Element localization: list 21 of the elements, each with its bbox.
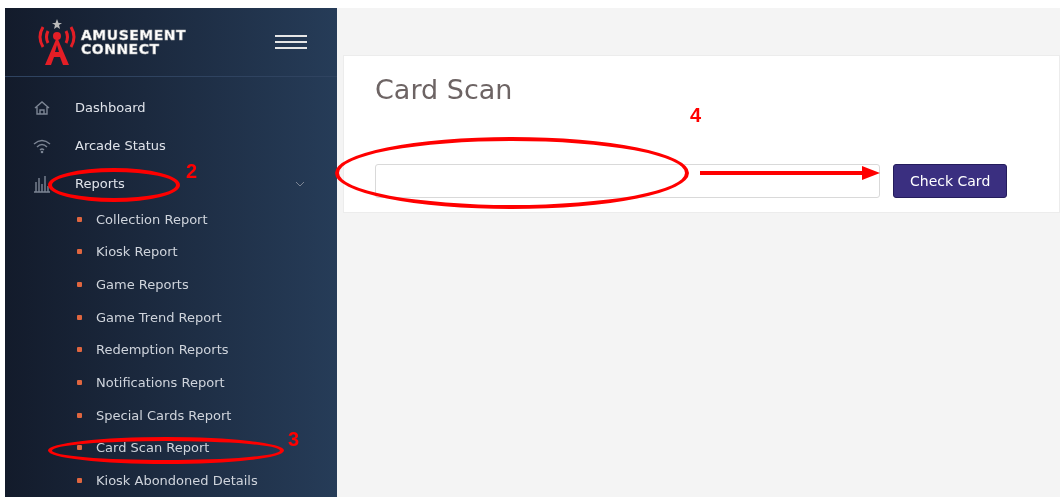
logo-text: CONNECT	[81, 41, 161, 56]
chart-icon	[33, 174, 51, 193]
card-number-field[interactable]	[375, 164, 880, 198]
check-card-button[interactable]: Check Card	[893, 164, 1008, 198]
chevron-icon[interactable]	[295, 180, 305, 187]
submenu-item[interactable]: Game Trend Report	[5, 300, 337, 334]
annotation-number: 4	[690, 104, 702, 127]
submenu-item[interactable]: Redemption Reports	[5, 333, 337, 367]
submenu-item[interactable]: Kiosk Abondoned Details	[5, 464, 337, 497]
page-title: Card Scan	[375, 74, 513, 107]
submenu-item[interactable]: Game Reports	[5, 268, 337, 301]
submenu-item[interactable]: Kiosk Report	[5, 235, 337, 269]
sidebar-item[interactable]: Reports	[75, 176, 125, 192]
sidebar-item[interactable]: Arcade Status	[75, 138, 166, 154]
menu-icon[interactable]	[275, 33, 307, 50]
sidebar-item[interactable]: Dashboard	[75, 100, 146, 116]
logo-text: AMUSEMENT	[81, 27, 187, 42]
submenu-item[interactable]: Notifications Report	[5, 366, 337, 399]
home-icon	[33, 98, 51, 117]
submenu-item[interactable]: Collection Report	[5, 202, 337, 236]
annotation-number: 2	[186, 160, 198, 183]
